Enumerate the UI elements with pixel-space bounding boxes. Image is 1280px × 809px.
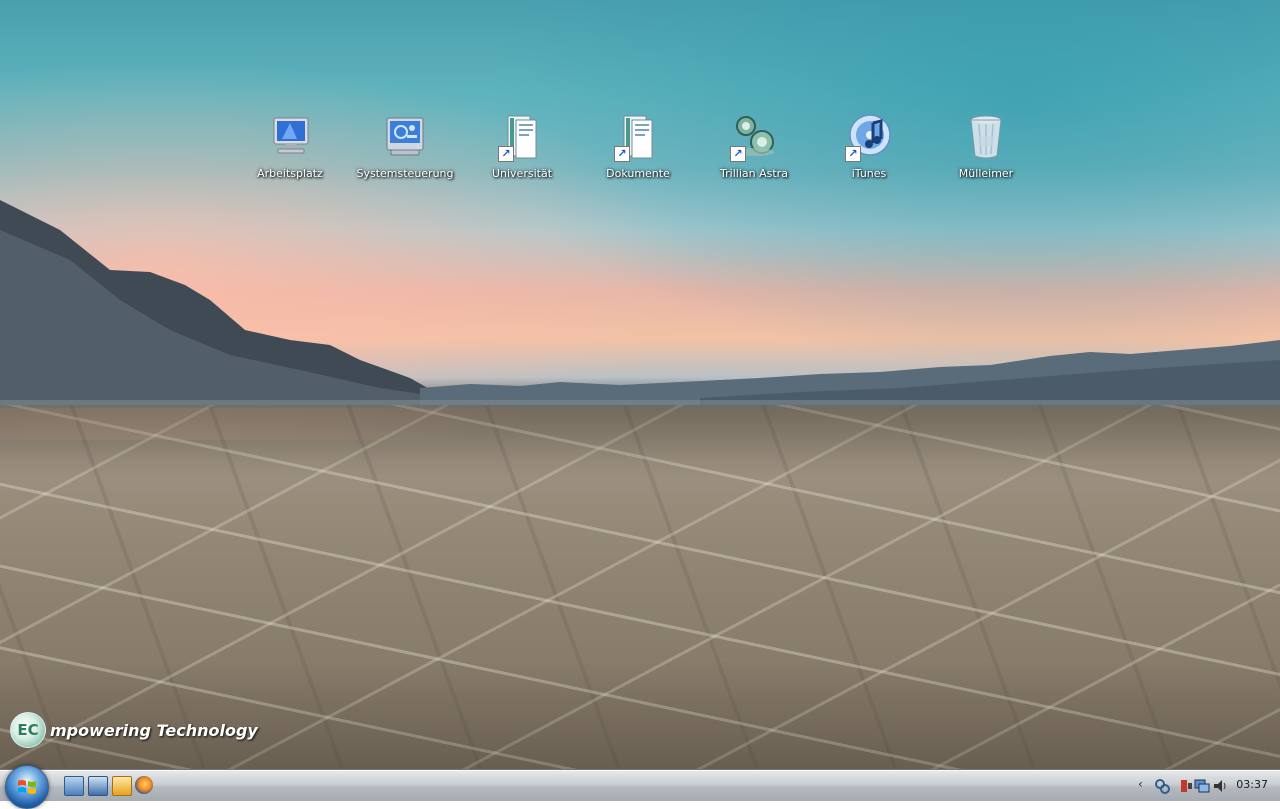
desktop-icon-itunes[interactable]: ↗ iTunes xyxy=(814,112,924,180)
desktop-icon-universitaet[interactable]: ↗ Universität xyxy=(467,112,577,180)
desktop-icon-arbeitsplatz[interactable]: Arbeitsplatz xyxy=(235,112,345,180)
start-button[interactable] xyxy=(5,765,49,809)
desktop-icon-systemsteuerung[interactable]: Systemsteuerung xyxy=(350,112,460,180)
shortcut-arrow-icon: ↗ xyxy=(730,146,746,162)
desktop-icon-trillian-astra[interactable]: ↗ Trillian Astra xyxy=(699,112,809,180)
desktop-icon-label: Universität xyxy=(491,167,553,180)
show-desktop-icon[interactable] xyxy=(64,776,84,796)
branding-watermark: EC mpowering Technology xyxy=(10,712,258,748)
taskbar: ‹ 03:37 xyxy=(0,765,1280,809)
trillian-tray-icon[interactable] xyxy=(1154,778,1170,794)
firefox-icon[interactable] xyxy=(135,776,153,794)
desktop[interactable]: Arbeitsplatz Systemsteuerung ↗ Universit… xyxy=(0,0,1280,770)
tray-expand-icon[interactable]: ‹ xyxy=(1138,777,1143,791)
system-tray: ‹ 03:37 xyxy=(1130,771,1280,801)
brand-text: mpowering Technology xyxy=(50,720,258,740)
windows-flag-icon xyxy=(18,780,36,794)
shortcut-arrow-icon: ↗ xyxy=(614,146,630,162)
recycle-bin-icon xyxy=(960,112,1012,164)
desktop-icon-muelleimer[interactable]: Mülleimer xyxy=(931,112,1041,180)
control-panel-icon xyxy=(379,112,431,164)
trillian-shortcut-icon: ↗ xyxy=(728,112,780,164)
desktop-icon-label: Arbeitsplatz xyxy=(257,167,323,180)
desktop-icon-label: iTunes xyxy=(851,167,887,180)
mail-app-icon[interactable] xyxy=(112,776,132,796)
desktop-icon-label: Trillian Astra xyxy=(720,167,788,180)
desktop-icon-label: Dokumente xyxy=(606,167,670,180)
power-tray-icon[interactable] xyxy=(1178,778,1194,794)
desktop-icon-label: Systemsteuerung xyxy=(356,167,454,180)
network-tray-icon[interactable] xyxy=(1194,778,1210,794)
brand-logo: EC xyxy=(10,712,46,748)
desktop-icon-dokumente[interactable]: ↗ Dokumente xyxy=(583,112,693,180)
clock[interactable]: 03:37 xyxy=(1236,778,1268,791)
computer-icon xyxy=(264,112,316,164)
switch-windows-icon[interactable] xyxy=(88,776,108,796)
folder-shortcut-icon: ↗ xyxy=(496,112,548,164)
desktop-icon-label: Mülleimer xyxy=(958,167,1014,180)
shortcut-arrow-icon: ↗ xyxy=(498,146,514,162)
documents-shortcut-icon: ↗ xyxy=(612,112,664,164)
shortcut-arrow-icon: ↗ xyxy=(845,146,861,162)
itunes-shortcut-icon: ↗ xyxy=(843,112,895,164)
volume-tray-icon[interactable] xyxy=(1212,778,1228,794)
